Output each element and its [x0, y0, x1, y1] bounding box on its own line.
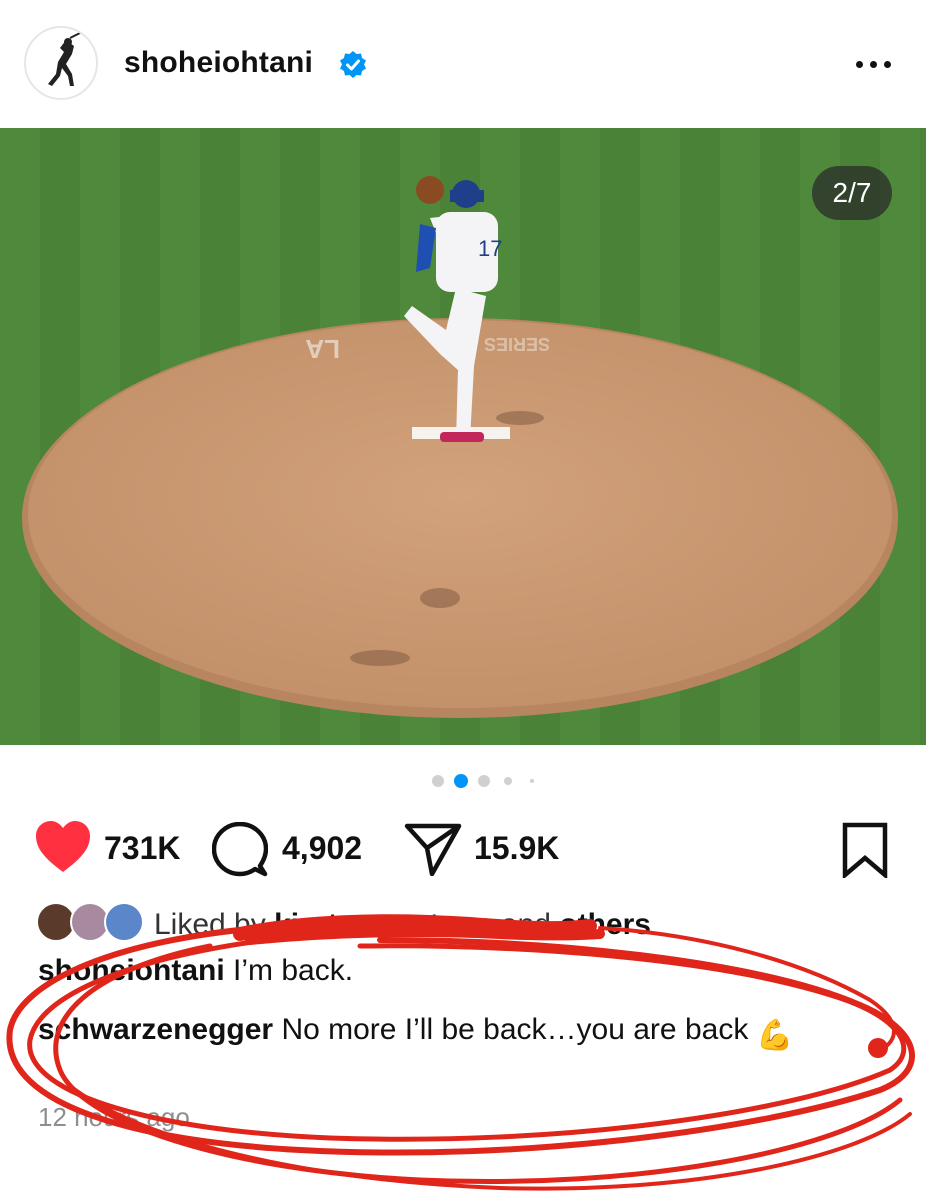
top-comment: schwarzenegger No more I’ll be back…you …: [38, 1010, 798, 1056]
liker-avatar: [104, 902, 144, 942]
batter-silhouette-icon: [48, 31, 83, 86]
post-header: shoheiohtani: [0, 0, 926, 128]
flexed-biceps-icon: 💪: [756, 1019, 794, 1052]
liked-by-others[interactable]: others: [559, 908, 651, 941]
liked-by-prefix: Liked by: [154, 908, 266, 941]
comment-icon[interactable]: [212, 822, 268, 878]
more-options-button[interactable]: [848, 52, 898, 76]
image-counter: 2/7: [812, 166, 892, 220]
carousel-indicator: [428, 772, 548, 790]
like-count[interactable]: 731K: [104, 830, 181, 867]
carousel-dot: [478, 775, 490, 787]
dot-icon: [884, 61, 891, 68]
post-username[interactable]: shoheiohtani: [124, 46, 313, 80]
comment-username[interactable]: schwarzenegger: [38, 1013, 273, 1046]
svg-text:SERIES: SERIES: [484, 334, 550, 354]
comment-text: No more I’ll be back…you are back: [281, 1013, 749, 1046]
bookmark-icon[interactable]: [842, 822, 888, 878]
action-bar: 731K 4,902 15.9K: [0, 812, 926, 882]
profile-avatar[interactable]: [24, 26, 98, 100]
share-count[interactable]: 15.9K: [474, 830, 559, 867]
svg-text:17: 17: [478, 236, 502, 261]
liked-by-row[interactable]: Liked by kirsten_watson and others: [36, 898, 896, 948]
liked-by-text: Liked by kirsten_watson and others: [154, 908, 651, 942]
post-caption: shoheiohtani I’m back.: [38, 954, 353, 988]
verified-badge-icon: [340, 51, 366, 78]
carousel-dot: [432, 775, 444, 787]
liked-by-suffix: and: [500, 908, 551, 941]
dot-icon: [856, 61, 863, 68]
caption-username[interactable]: shoheiohtani: [38, 954, 225, 987]
caption-text: I’m back.: [233, 954, 354, 987]
comment-count[interactable]: 4,902: [282, 830, 362, 867]
post-timestamp: 12 hours ago: [38, 1102, 190, 1132]
carousel-dot: [530, 779, 534, 783]
svg-text:LA: LA: [305, 334, 340, 364]
carousel-dot: [504, 777, 512, 785]
liked-by-user[interactable]: kirsten_watson: [274, 908, 492, 941]
dot-icon: [870, 61, 877, 68]
carousel-dot-active: [454, 774, 468, 788]
pitcher-on-mound-image: LA SERIES 17: [0, 128, 926, 745]
share-icon[interactable]: [404, 822, 462, 876]
post-photo[interactable]: LA SERIES 17 2/7: [0, 128, 926, 745]
heart-icon[interactable]: [34, 820, 92, 874]
